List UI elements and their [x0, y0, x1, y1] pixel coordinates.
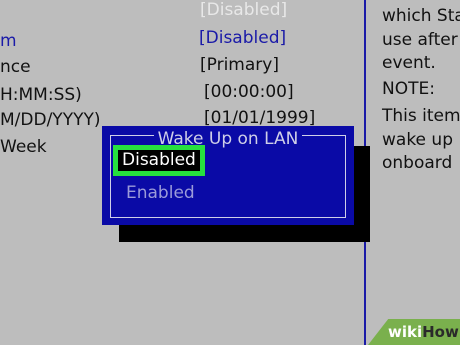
setting-label-time: H:MM:SS): [0, 85, 82, 105]
help-line: NOTE:: [382, 79, 435, 99]
popup-title-bar: Wake Up on LAN: [102, 129, 354, 149]
help-line: which Sta: [382, 6, 460, 26]
help-line: use after: [382, 30, 458, 50]
wake-on-lan-popup: Wake Up on LAN Disabled Enabled: [102, 126, 354, 225]
help-line: This item: [382, 106, 460, 126]
setting-value-0[interactable]: [Disabled]: [200, 2, 287, 19]
setting-value-1[interactable]: [Disabled]: [199, 30, 286, 47]
wikihow-watermark: wikiHow: [368, 319, 460, 345]
watermark-text: wikiHow: [388, 323, 459, 341]
popup-title: Wake Up on LAN: [153, 129, 303, 149]
setting-value-2[interactable]: [Primary]: [200, 57, 279, 74]
setting-label-date: M/DD/YYYY): [0, 110, 101, 130]
setting-label-sequence: nce: [0, 57, 31, 77]
option-enabled[interactable]: Enabled: [126, 185, 195, 202]
setting-label-week: Week: [0, 137, 47, 157]
help-line: event.: [382, 53, 436, 73]
option-disabled[interactable]: Disabled: [113, 145, 205, 176]
setting-label-wake-mode: m: [0, 31, 17, 51]
help-line: onboard: [382, 153, 453, 173]
setting-value-4[interactable]: [01/01/1999]: [204, 110, 315, 127]
help-line: wake up: [382, 130, 453, 150]
setting-value-3[interactable]: [00:00:00]: [204, 84, 294, 101]
